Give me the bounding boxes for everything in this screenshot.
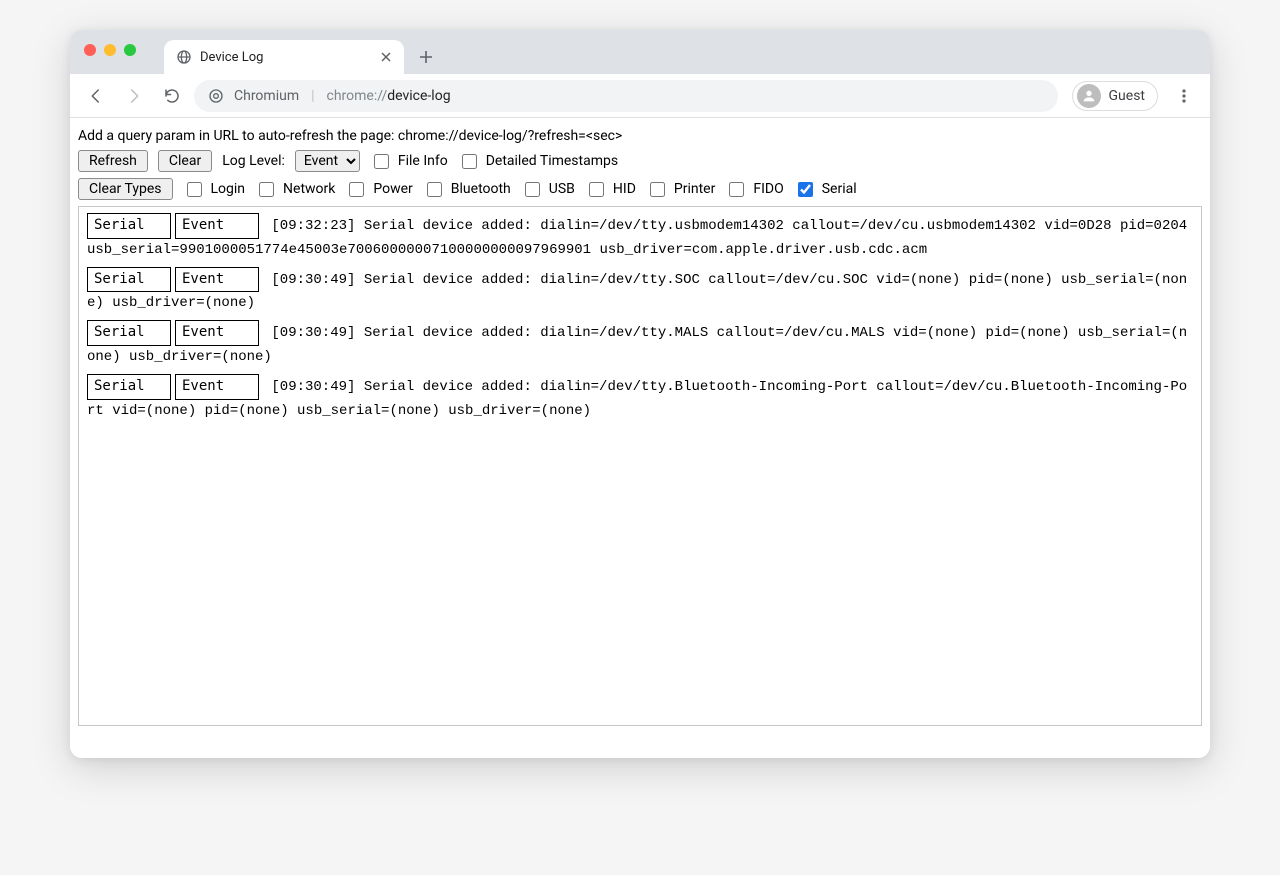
detailed-timestamps-label: Detailed Timestamps [486, 153, 618, 169]
omnibox-separator: | [311, 88, 314, 104]
browser-tab[interactable]: Device Log [164, 40, 404, 74]
back-button[interactable] [80, 80, 112, 112]
type-checkbox-printer[interactable] [650, 182, 665, 197]
controls-row-2: Clear Types Login Network Power Bluetooth US… [78, 178, 1204, 200]
url-scheme: chrome:// [327, 88, 388, 104]
address-bar[interactable]: Chromium | chrome://device-log [194, 80, 1058, 112]
type-checkbox-serial[interactable] [798, 182, 813, 197]
avatar-icon [1077, 84, 1101, 108]
type-label-power: Power [373, 181, 412, 197]
type-toggle-fido[interactable]: FIDO [725, 179, 783, 200]
page-content: Add a query param in URL to auto-refresh… [70, 118, 1210, 758]
profile-label: Guest [1109, 88, 1145, 104]
log-output: SerialEvent [09:32:23] Serial device add… [78, 206, 1202, 726]
type-label-hid: HID [613, 181, 636, 197]
log-entry: SerialEvent [09:30:49] Serial device add… [87, 374, 1193, 424]
type-toggle-power[interactable]: Power [345, 179, 412, 200]
maximize-window-button[interactable] [124, 44, 136, 56]
type-toggle-hid[interactable]: HID [585, 179, 636, 200]
log-level-tag: Event [175, 267, 259, 293]
log-level-label: Log Level: [222, 153, 285, 169]
kebab-icon [1176, 88, 1192, 104]
tab-close-button[interactable] [378, 49, 394, 65]
type-checkbox-bluetooth[interactable] [427, 182, 442, 197]
app-menu-button[interactable] [1168, 80, 1200, 112]
type-label-fido: FIDO [753, 181, 783, 197]
controls-row-1: Refresh Clear Log Level: Event File Info… [78, 150, 1204, 172]
type-label-bluetooth: Bluetooth [451, 181, 511, 197]
tab-strip: Device Log [164, 30, 440, 74]
log-type-tag: Serial [87, 374, 171, 400]
url-path: device-log [387, 88, 450, 104]
arrow-right-icon [125, 87, 143, 105]
file-info-checkbox[interactable] [374, 154, 389, 169]
type-label-network: Network [283, 181, 335, 197]
type-checkbox-login[interactable] [187, 182, 202, 197]
window-controls [84, 44, 136, 56]
refresh-button[interactable]: Refresh [78, 150, 148, 172]
type-toggle-serial[interactable]: Serial [794, 179, 857, 200]
log-type-tag: Serial [87, 267, 171, 293]
type-toggle-login[interactable]: Login [183, 179, 246, 200]
profile-button[interactable]: Guest [1072, 81, 1158, 111]
log-entry: SerialEvent [09:30:49] Serial device add… [87, 267, 1193, 317]
plus-icon [419, 50, 433, 64]
log-entry: SerialEvent [09:30:49] Serial device add… [87, 320, 1193, 370]
person-icon [1081, 88, 1097, 104]
log-level-tag: Event [175, 374, 259, 400]
close-window-button[interactable] [84, 44, 96, 56]
clear-types-button[interactable]: Clear Types [78, 178, 173, 200]
type-toggle-network[interactable]: Network [255, 179, 335, 200]
omnibox-origin: Chromium [234, 88, 299, 104]
file-info-label: File Info [398, 153, 448, 169]
type-checkbox-fido[interactable] [729, 182, 744, 197]
reload-button[interactable] [156, 80, 188, 112]
detailed-timestamps-checkbox[interactable] [462, 154, 477, 169]
clear-button[interactable]: Clear [158, 150, 212, 172]
minimize-window-button[interactable] [104, 44, 116, 56]
browser-window: Device Log Chromium | chrome://devic [70, 30, 1210, 758]
log-type-tag: Serial [87, 213, 171, 239]
log-level-tag: Event [175, 320, 259, 346]
type-checkbox-network[interactable] [259, 182, 274, 197]
type-toggle-usb[interactable]: USB [521, 179, 575, 200]
type-label-usb: USB [549, 181, 575, 197]
type-toggle-printer[interactable]: Printer [646, 179, 715, 200]
type-label-serial: Serial [822, 181, 857, 197]
type-checkbox-power[interactable] [349, 182, 364, 197]
type-checkbox-hid[interactable] [589, 182, 604, 197]
type-toggle-bluetooth[interactable]: Bluetooth [423, 179, 511, 200]
log-entry: SerialEvent [09:32:23] Serial device add… [87, 213, 1193, 263]
type-checkbox-usb[interactable] [525, 182, 540, 197]
forward-button[interactable] [118, 80, 150, 112]
type-label-login: Login [211, 181, 246, 197]
close-icon [381, 52, 391, 62]
hint-text: Add a query param in URL to auto-refresh… [78, 128, 1204, 144]
log-type-tag: Serial [87, 320, 171, 346]
file-info-toggle[interactable]: File Info [370, 151, 448, 172]
omnibox-url: chrome://device-log [327, 88, 451, 104]
reload-icon [163, 87, 181, 105]
titlebar: Device Log [70, 30, 1210, 74]
arrow-left-icon [87, 87, 105, 105]
browser-toolbar: Chromium | chrome://device-log Guest [70, 74, 1210, 118]
log-level-tag: Event [175, 213, 259, 239]
log-level-select[interactable]: Event [295, 150, 360, 172]
globe-icon [176, 49, 192, 65]
new-tab-button[interactable] [412, 43, 440, 71]
chromium-icon [208, 88, 224, 104]
detailed-timestamps-toggle[interactable]: Detailed Timestamps [458, 151, 618, 172]
type-label-printer: Printer [674, 181, 715, 197]
tab-title: Device Log [200, 50, 370, 65]
